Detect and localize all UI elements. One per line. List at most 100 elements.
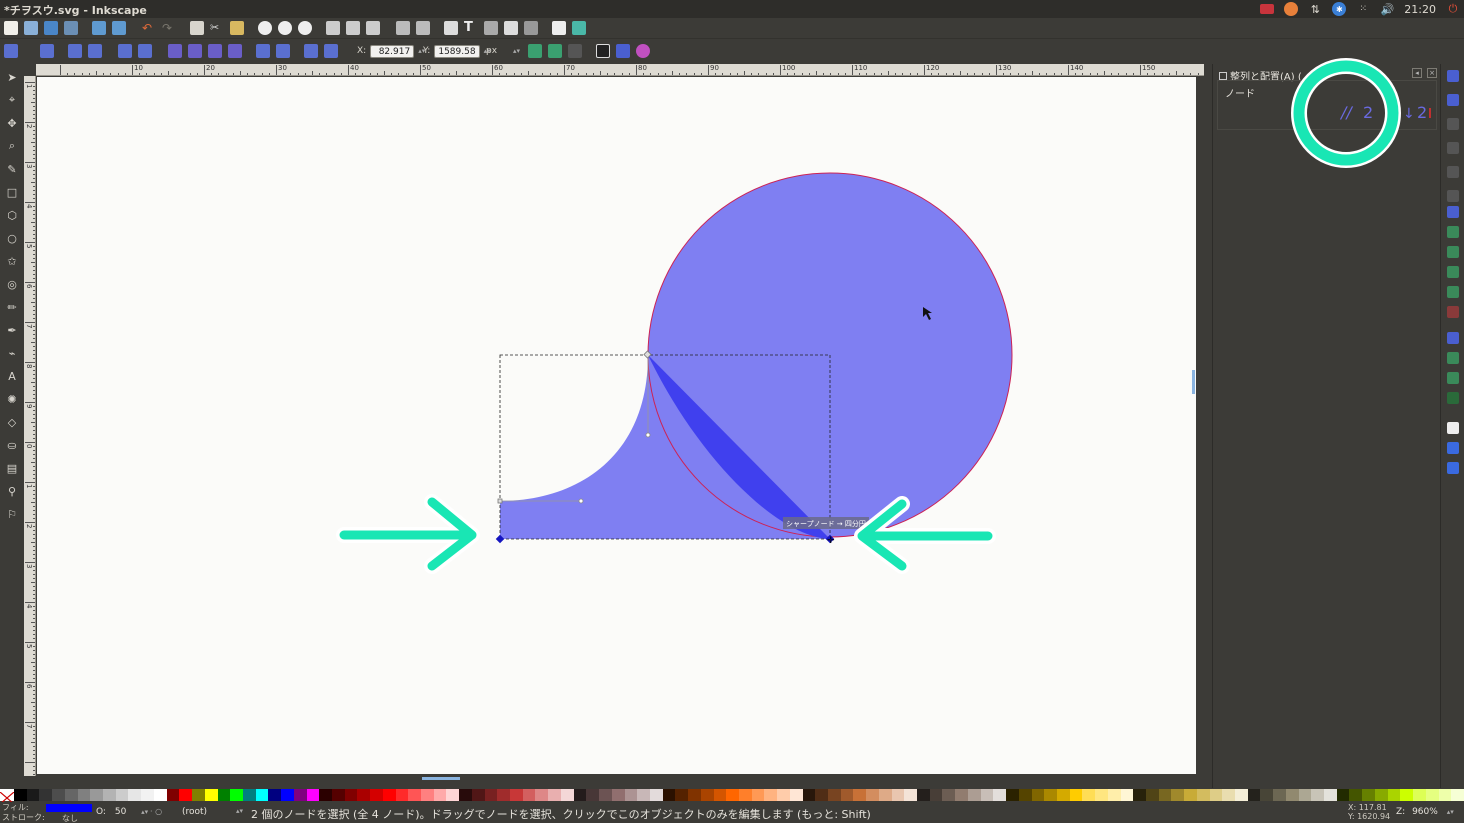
path-effect-icon[interactable] xyxy=(528,44,542,58)
redo-icon[interactable]: ↷ xyxy=(162,21,176,35)
horizontal-scrollbar[interactable] xyxy=(422,777,460,780)
palette-swatch[interactable] xyxy=(560,789,574,801)
ellipse-tool-icon[interactable]: ○ xyxy=(5,231,19,245)
tweak-tool-icon[interactable]: ✥ xyxy=(5,116,19,130)
node-handle-point[interactable] xyxy=(578,498,584,504)
vertical-ruler[interactable]: 1 2 3 4 5 6 7 8 9 0 1 2 3 4 5 6 7 xyxy=(24,76,36,776)
palette-swatch[interactable] xyxy=(166,789,180,801)
distribute-nodes-icon[interactable]: ↓ xyxy=(1403,106,1415,122)
palette-swatch[interactable] xyxy=(26,789,40,801)
selector-tool-icon[interactable]: ➤ xyxy=(5,70,19,84)
apps-grid-icon[interactable]: ⁙ xyxy=(1356,2,1370,16)
node-smooth-icon[interactable] xyxy=(188,44,202,58)
zoom-value[interactable]: 960% xyxy=(1412,807,1438,817)
palette-swatch[interactable] xyxy=(1324,789,1337,801)
text-font-icon[interactable]: T xyxy=(464,20,478,35)
save-icon[interactable] xyxy=(44,21,58,35)
object-to-path-icon[interactable] xyxy=(304,44,318,58)
palette-swatch[interactable] xyxy=(39,789,53,801)
palette-swatch[interactable] xyxy=(1133,789,1146,801)
palette-swatch[interactable] xyxy=(535,789,549,801)
palette-swatch[interactable] xyxy=(967,789,981,801)
snap-bbox-icon[interactable] xyxy=(1447,94,1459,106)
palette-swatch[interactable] xyxy=(204,789,218,801)
palette-swatch[interactable] xyxy=(242,789,256,801)
palette-swatch[interactable] xyxy=(90,789,104,801)
delete-segment-icon[interactable] xyxy=(138,44,152,58)
palette-swatch[interactable] xyxy=(370,789,383,801)
palette-swatch[interactable] xyxy=(993,789,1007,801)
palette-swatch[interactable] xyxy=(789,789,803,801)
snap-grid-icon[interactable] xyxy=(1447,442,1459,454)
palette-swatch[interactable] xyxy=(586,789,600,801)
palette-swatch[interactable] xyxy=(1006,789,1019,801)
segment-line-icon[interactable] xyxy=(256,44,270,58)
palette-swatch[interactable] xyxy=(331,789,345,801)
open-file-icon[interactable] xyxy=(24,21,38,35)
palette-swatch[interactable] xyxy=(929,789,943,801)
connector-tool-icon[interactable]: ⚐ xyxy=(5,507,19,521)
camera-icon[interactable] xyxy=(1260,4,1275,14)
palette-swatch[interactable] xyxy=(891,789,905,801)
palette-swatch[interactable] xyxy=(764,789,778,801)
palette-swatch[interactable] xyxy=(802,789,816,801)
snap-page-icon[interactable] xyxy=(1447,422,1459,434)
snap-paths-icon[interactable] xyxy=(1447,226,1459,238)
join-segment-icon[interactable] xyxy=(118,44,132,58)
palette-swatch[interactable] xyxy=(77,789,91,801)
palette-swatch[interactable] xyxy=(115,789,129,801)
palette-swatch[interactable] xyxy=(446,789,460,801)
palette-swatch[interactable] xyxy=(497,789,511,801)
palette-swatch[interactable] xyxy=(917,789,930,801)
palette-swatch[interactable] xyxy=(103,789,116,801)
unit-dropdown-icon[interactable]: ▴▾ xyxy=(513,47,520,55)
export-icon[interactable] xyxy=(112,21,126,35)
node-cusp-icon[interactable] xyxy=(168,44,182,58)
bluetooth-icon[interactable]: ✱ xyxy=(1332,2,1347,16)
palette-swatch[interactable] xyxy=(1400,789,1414,801)
palette-swatch[interactable] xyxy=(1374,789,1388,801)
palette-swatch[interactable] xyxy=(484,789,498,801)
palette-swatch[interactable] xyxy=(1145,789,1159,801)
palette-swatch[interactable] xyxy=(230,789,243,801)
palette-swatch[interactable] xyxy=(255,789,269,801)
snap-cusp-icon[interactable] xyxy=(1447,266,1459,278)
pen-tool-icon[interactable]: ✒ xyxy=(5,323,19,337)
palette-swatch[interactable] xyxy=(1222,789,1235,801)
opacity-value[interactable]: 50 xyxy=(115,807,126,817)
palette-swatch[interactable] xyxy=(1349,789,1363,801)
break-path-icon[interactable] xyxy=(88,44,102,58)
palette-swatch[interactable] xyxy=(713,789,727,801)
horizontal-ruler[interactable]: 10 20 30 40 50 60 70 80 90 100 110 120 130 140 150 xyxy=(36,64,1204,76)
opacity-spinner-icon[interactable]: ▴▾ xyxy=(141,808,148,816)
palette-swatch[interactable] xyxy=(1018,789,1032,801)
palette-swatch[interactable] xyxy=(1095,789,1108,801)
fill-color-indicator[interactable] xyxy=(46,804,92,812)
undo-icon[interactable]: ↶ xyxy=(142,21,156,35)
palette-swatch[interactable] xyxy=(217,789,231,801)
node-symmetric-icon[interactable] xyxy=(208,44,222,58)
zoom-tool-icon[interactable]: ⌕ xyxy=(5,139,19,153)
rectangle-tool-icon[interactable]: □ xyxy=(5,185,19,199)
dock-iconify-button[interactable]: ◂ xyxy=(1412,68,1422,78)
ungroup-icon[interactable] xyxy=(416,21,430,35)
snap-bbox-midpoint-icon[interactable] xyxy=(1447,166,1459,178)
zoom-control[interactable]: Z: 960% ▴▾ xyxy=(1396,807,1454,817)
zoom-page-icon[interactable] xyxy=(298,21,312,35)
print-icon[interactable] xyxy=(64,21,78,35)
duplicate-icon[interactable] xyxy=(326,21,340,35)
dropper-tool-icon[interactable]: ⚲ xyxy=(5,484,19,498)
palette-swatch[interactable] xyxy=(1362,789,1375,801)
palette-swatch[interactable] xyxy=(141,789,154,801)
palette-swatch[interactable] xyxy=(1387,789,1401,801)
palette-swatch[interactable] xyxy=(777,789,790,801)
group-icon[interactable] xyxy=(396,21,410,35)
palette-swatch[interactable] xyxy=(815,789,828,801)
clock[interactable]: 21:20 xyxy=(1404,3,1436,16)
snap-smooth-icon[interactable] xyxy=(1447,286,1459,298)
palette-swatch[interactable] xyxy=(1311,789,1325,801)
opacity-control[interactable]: O: 50 ▴▾ xyxy=(96,807,148,817)
palette-swatch[interactable] xyxy=(878,789,892,801)
stroke-to-path-icon[interactable] xyxy=(324,44,338,58)
snap-nodes-icon[interactable] xyxy=(1447,206,1459,218)
